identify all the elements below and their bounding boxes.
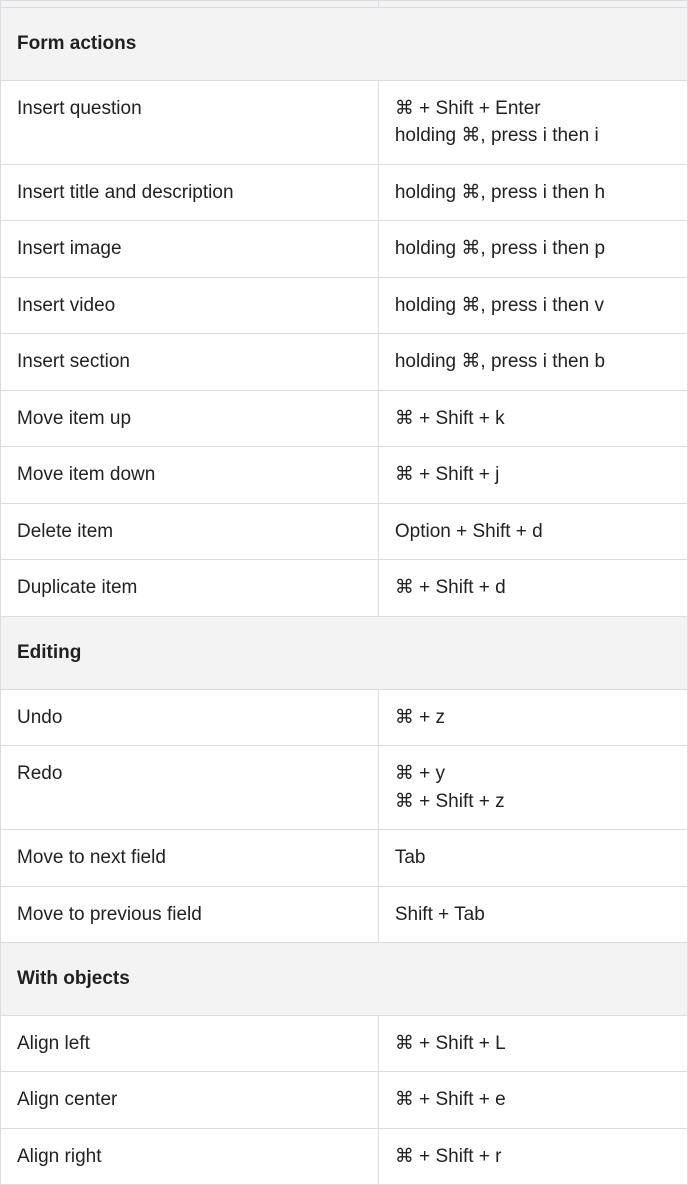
shortcut-keys: Tab [378, 830, 687, 887]
shortcut-key-line: Shift + Tab [395, 901, 671, 929]
shortcut-keys: holding ⌘, press i then p [378, 221, 687, 278]
shortcut-name: Duplicate item [1, 560, 379, 617]
shortcut-key-line: ⌘ + Shift + L [395, 1030, 671, 1058]
shortcut-keys: ⌘ + Shift + d [378, 560, 687, 617]
shortcut-keys: holding ⌘, press i then v [378, 277, 687, 334]
shortcut-keys: ⌘ + Shift + L [378, 1015, 687, 1072]
shortcut-name: Insert question [1, 80, 379, 164]
table-row: Delete item Option + Shift + d [1, 503, 688, 560]
shortcut-keys: ⌘ + Shift + Enter holding ⌘, press i the… [378, 80, 687, 164]
table-row: Redo ⌘ + y ⌘ + Shift + z [1, 746, 688, 830]
table-row: Undo ⌘ + z [1, 689, 688, 746]
section-title: With objects [1, 943, 688, 1016]
shortcut-name: Move to next field [1, 830, 379, 887]
shortcut-name: Align center [1, 1072, 379, 1129]
shortcut-key-line: holding ⌘, press i then p [395, 235, 671, 263]
table-row: Insert video holding ⌘, press i then v [1, 277, 688, 334]
shortcut-keys: holding ⌘, press i then h [378, 164, 687, 221]
shortcut-name: Undo [1, 689, 379, 746]
table-row: Align right ⌘ + Shift + r [1, 1128, 688, 1185]
shortcut-key-line: holding ⌘, press i then v [395, 292, 671, 320]
shortcut-key-line: Option + Shift + d [395, 518, 671, 546]
shortcut-keys: ⌘ + Shift + r [378, 1128, 687, 1185]
shortcut-key-line: holding ⌘, press i then b [395, 348, 671, 376]
section-header-editing: Editing [1, 617, 688, 690]
table-row: Move to previous field Shift + Tab [1, 886, 688, 943]
table-row: Move to next field Tab [1, 830, 688, 887]
shortcut-keys: ⌘ + Shift + k [378, 390, 687, 447]
keyboard-shortcuts-table: Form actions Insert question ⌘ + Shift +… [0, 0, 688, 1185]
shortcut-key-line: ⌘ + Shift + d [395, 574, 671, 602]
shortcut-name: Insert video [1, 277, 379, 334]
table-row: Align center ⌘ + Shift + e [1, 1072, 688, 1129]
section-header-form-actions: Form actions [1, 8, 688, 81]
shortcut-name: Delete item [1, 503, 379, 560]
table-row: Align left ⌘ + Shift + L [1, 1015, 688, 1072]
shortcut-keys: Option + Shift + d [378, 503, 687, 560]
table-row: Insert section holding ⌘, press i then b [1, 334, 688, 391]
shortcut-key-line: Tab [395, 844, 671, 872]
shortcut-name: Insert section [1, 334, 379, 391]
shortcut-name: Insert title and description [1, 164, 379, 221]
shortcut-name: Align left [1, 1015, 379, 1072]
shortcut-key-line: ⌘ + Shift + e [395, 1086, 671, 1114]
shortcut-key-line: ⌘ + y [395, 760, 671, 788]
shortcut-name: Move item up [1, 390, 379, 447]
shortcut-name: Move to previous field [1, 886, 379, 943]
table-row: Insert title and description holding ⌘, … [1, 164, 688, 221]
shortcut-keys: Shift + Tab [378, 886, 687, 943]
shortcut-key-line: ⌘ + z [395, 704, 671, 732]
table-row: Insert question ⌘ + Shift + Enter holdin… [1, 80, 688, 164]
shortcut-key-line: holding ⌘, press i then i [395, 122, 671, 150]
table-row: Duplicate item ⌘ + Shift + d [1, 560, 688, 617]
shortcut-name: Insert image [1, 221, 379, 278]
shortcut-key-line: ⌘ + Shift + r [395, 1143, 671, 1171]
shortcut-key-line: ⌘ + Shift + Enter [395, 95, 671, 123]
table-row: Move item up ⌘ + Shift + k [1, 390, 688, 447]
shortcut-name: Move item down [1, 447, 379, 504]
shortcut-key-line: ⌘ + Shift + j [395, 461, 671, 489]
shortcut-key-line: ⌘ + Shift + k [395, 405, 671, 433]
shortcut-key-line: ⌘ + Shift + z [395, 788, 671, 816]
shortcut-keys: ⌘ + Shift + e [378, 1072, 687, 1129]
table-row: Insert image holding ⌘, press i then p [1, 221, 688, 278]
shortcut-key-line: holding ⌘, press i then h [395, 179, 671, 207]
shortcut-keys: holding ⌘, press i then b [378, 334, 687, 391]
shortcut-keys: ⌘ + Shift + j [378, 447, 687, 504]
section-title: Editing [1, 617, 688, 690]
table-ghost-row [1, 1, 688, 8]
shortcut-keys: ⌘ + y ⌘ + Shift + z [378, 746, 687, 830]
shortcut-keys: ⌘ + z [378, 689, 687, 746]
section-header-with-objects: With objects [1, 943, 688, 1016]
shortcut-name: Align right [1, 1128, 379, 1185]
section-title: Form actions [1, 8, 688, 81]
table-row: Move item down ⌘ + Shift + j [1, 447, 688, 504]
shortcut-name: Redo [1, 746, 379, 830]
